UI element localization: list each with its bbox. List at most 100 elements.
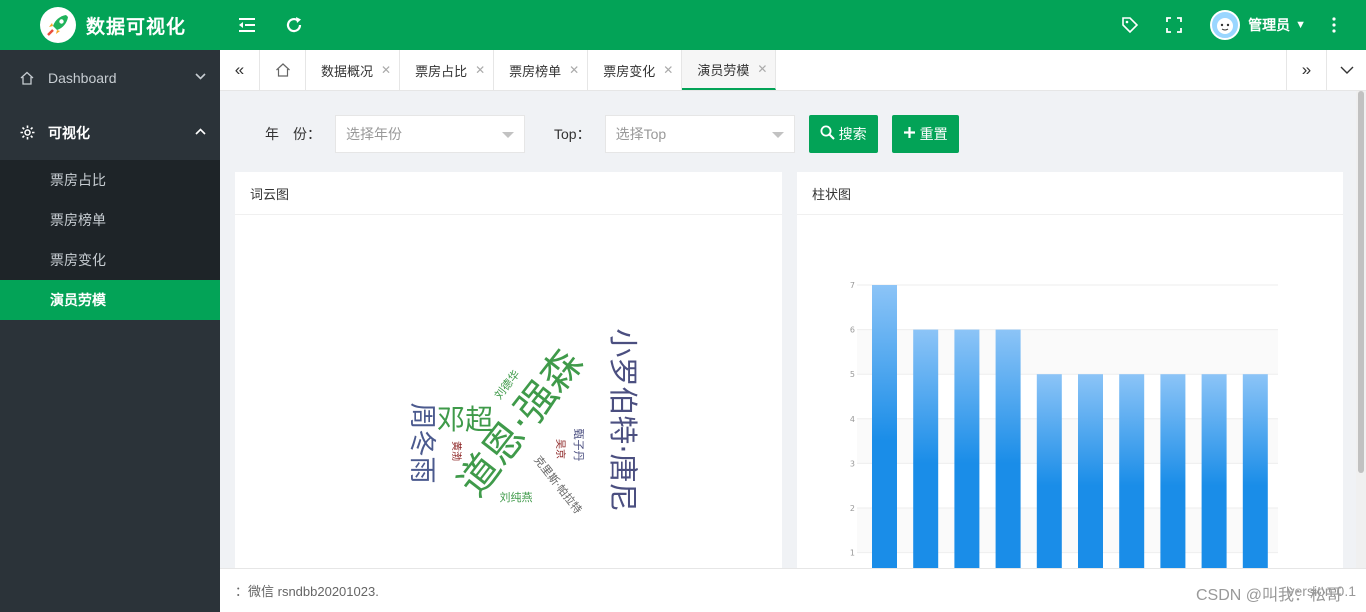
search-button-label: 搜索 — [838, 126, 867, 142]
tab-label: 数据概况 — [321, 63, 374, 79]
bar[interactable] — [1242, 374, 1268, 568]
y-tick-label: 1 — [850, 549, 855, 558]
gear-icon — [20, 125, 38, 140]
top-label: Top： — [554, 126, 591, 142]
reset-button[interactable]: 重置 — [891, 115, 959, 153]
plus-icon — [903, 126, 916, 143]
chevron-up-icon — [195, 127, 206, 138]
word: 甄子丹 — [572, 429, 585, 462]
bar-chart-body: 1 2 3 4 5 6 7 — [797, 215, 1343, 568]
year-select-placeholder: 选择年份 — [346, 126, 402, 142]
wordcloud-card: 词云图 道恩·强森 小罗伯特·唐尼 周冬雨 邓超 刘德华 甄子丹 刘纯燕 克里斯… — [235, 172, 782, 568]
y-tick-label: 6 — [850, 326, 855, 335]
tabs-scroll-left-icon[interactable]: « — [220, 50, 260, 90]
word: 邓超 — [437, 403, 493, 436]
close-icon[interactable]: ✕ — [381, 63, 391, 77]
rocket-logo-icon — [40, 7, 76, 43]
sidebar-item-box-office-change[interactable]: 票房变化 — [0, 240, 220, 280]
bar[interactable] — [1160, 374, 1186, 568]
word: 刘纯燕 — [500, 491, 533, 504]
word: 周冬雨 — [406, 403, 437, 484]
tab-bar: « 数据概况 ✕ 票房占比 ✕ 票房榜单 ✕ 票房变化 ✕ 演员劳模 ✕ » — [220, 50, 1366, 91]
y-tick-label: 7 — [850, 281, 855, 290]
y-tick-label: 3 — [850, 459, 855, 468]
bar[interactable] — [954, 329, 980, 568]
sidebar-item-label: 可视化 — [48, 124, 90, 141]
y-tick-label: 5 — [850, 370, 855, 379]
wordcloud-svg: 道恩·强森 小罗伯特·唐尼 周冬雨 邓超 刘德华 甄子丹 刘纯燕 克里斯·帕拉特… — [406, 328, 640, 516]
footer-text: ：微信 rsndbb20201023. — [235, 584, 379, 599]
sidebar-item-box-office-ranking[interactable]: 票房榜单 — [0, 200, 220, 240]
sidebar-item-dashboard[interactable]: Dashboard — [0, 50, 220, 105]
word: 吴京 — [554, 439, 567, 459]
sidebar-item-label: Dashboard — [48, 69, 117, 86]
wordcloud-body: 道恩·强森 小罗伯特·唐尼 周冬雨 邓超 刘德华 甄子丹 刘纯燕 克里斯·帕拉特… — [235, 215, 782, 568]
word: 黄渤 — [450, 441, 463, 461]
tab-label: 票房变化 — [603, 63, 656, 79]
home-icon — [275, 63, 290, 77]
word: 克里斯·帕拉特 — [531, 453, 585, 516]
tag-icon[interactable] — [1114, 9, 1146, 41]
bar[interactable] — [913, 329, 939, 568]
tab-home[interactable] — [260, 50, 306, 90]
logo[interactable]: 数据可视化 — [0, 0, 220, 50]
user-menu[interactable]: 管理员 ▼ — [1210, 10, 1306, 40]
scrollbar-thumb[interactable] — [1358, 91, 1364, 473]
search-button[interactable]: 搜索 — [808, 115, 878, 153]
tab-data-overview[interactable]: 数据概况 ✕ — [306, 50, 401, 90]
tab-label: 演员劳模 — [697, 62, 750, 78]
home-icon — [20, 71, 38, 85]
caret-down-icon — [771, 132, 784, 138]
bar[interactable] — [995, 329, 1021, 568]
refresh-icon[interactable] — [278, 9, 310, 41]
user-name: 管理员 — [1248, 17, 1291, 33]
top-select-placeholder: 选择Top — [615, 126, 667, 142]
sidebar-item-visualization[interactable]: 可视化 — [0, 105, 220, 160]
tab-box-office-ranking[interactable]: 票房榜单 ✕ — [494, 50, 589, 90]
close-icon[interactable]: ✕ — [663, 63, 673, 77]
caret-down-icon — [502, 132, 514, 138]
word: 小罗伯特·唐尼 — [606, 328, 640, 511]
tabs-scroll-right-icon[interactable]: » — [1286, 50, 1326, 90]
y-tick-label: 2 — [850, 504, 855, 513]
tab-label: 票房榜单 — [509, 63, 562, 79]
sidebar: Dashboard 可视化 票房占比 票房榜单 票房变化 演员劳模 — [0, 50, 220, 612]
menu-toggle-icon[interactable] — [232, 9, 264, 41]
bar-chart-card: 柱状图 1 2 3 4 5 6 7 — [797, 172, 1343, 568]
sidebar-item-actor-workhorse[interactable]: 演员劳模 — [0, 280, 220, 320]
footer: ：微信 rsndbb20201023. version:0.1 — [220, 568, 1366, 612]
app-title: 数据可视化 — [86, 16, 187, 38]
tab-box-office-share[interactable]: 票房占比 ✕ — [400, 50, 495, 90]
close-icon[interactable]: ✕ — [569, 63, 579, 77]
year-label: 年 份： — [265, 126, 321, 142]
top-select[interactable]: 选择Top — [604, 115, 795, 153]
avatar — [1210, 10, 1241, 40]
chevron-down-icon — [195, 72, 206, 83]
bar[interactable] — [1036, 374, 1062, 568]
top-header: 数据可视化 管理员 ▼ — [0, 0, 1366, 50]
tabs-dropdown-icon[interactable] — [1326, 50, 1366, 90]
main-content: 年 份： 选择年份 Top： 选择Top 搜索 重置 词云图 道恩·强森 小罗伯… — [220, 91, 1356, 568]
fullscreen-icon[interactable] — [1158, 9, 1190, 41]
close-icon[interactable]: ✕ — [475, 63, 485, 77]
search-form: 年 份： 选择年份 Top： 选择Top 搜索 重置 — [220, 115, 1356, 153]
sidebar-item-box-office-share[interactable]: 票房占比 — [0, 160, 220, 200]
tab-actor-workhorse[interactable]: 演员劳模 ✕ — [682, 50, 777, 90]
submenu: 票房占比 票房榜单 票房变化 演员劳模 — [0, 160, 220, 320]
year-select[interactable]: 选择年份 — [335, 115, 525, 153]
bar[interactable] — [872, 285, 897, 568]
tab-box-office-change[interactable]: 票房变化 ✕ — [588, 50, 683, 90]
caret-down-icon: ▼ — [1295, 19, 1306, 31]
wordcloud-card-title: 词云图 — [235, 172, 782, 215]
csdn-watermark: CSDN @叫我：松哥 — [1195, 587, 1342, 604]
more-vertical-icon[interactable] — [1318, 9, 1350, 41]
bar[interactable] — [1119, 374, 1145, 568]
tab-label: 票房占比 — [415, 63, 468, 79]
bar[interactable] — [1078, 374, 1103, 568]
search-icon — [820, 125, 835, 144]
bar[interactable] — [1201, 374, 1227, 568]
close-icon[interactable]: ✕ — [757, 62, 767, 76]
vertical-scrollbar[interactable] — [1356, 91, 1366, 568]
reset-button-label: 重置 — [919, 126, 948, 142]
y-tick-label: 4 — [850, 415, 855, 424]
